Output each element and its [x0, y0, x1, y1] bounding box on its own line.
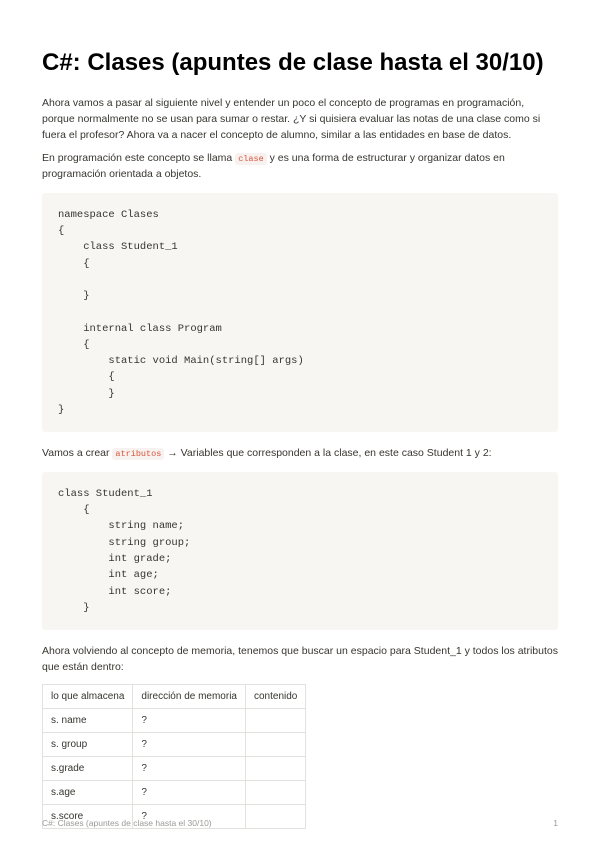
table-cell: ?	[133, 756, 246, 780]
table-header: contenido	[246, 684, 306, 708]
paragraph-class-concept: En programación este concepto se llama c…	[42, 151, 558, 183]
table-header: dirección de memoria	[133, 684, 246, 708]
table-cell: ?	[133, 708, 246, 732]
table-header: lo que almacena	[43, 684, 133, 708]
table-cell: s.grade	[43, 756, 133, 780]
table-cell: ?	[133, 732, 246, 756]
table-cell	[246, 756, 306, 780]
table-cell: s.age	[43, 780, 133, 804]
table-cell	[246, 732, 306, 756]
table-cell: s. group	[43, 732, 133, 756]
footer-page-number: 1	[553, 817, 558, 830]
footer-title: C#: Clases (apuntes de clase hasta el 30…	[42, 817, 212, 830]
code-block-student: class Student_1 { string name; string gr…	[42, 472, 558, 630]
table-row: s.grade ?	[43, 756, 306, 780]
table-row: s.age ?	[43, 780, 306, 804]
page-footer: C#: Clases (apuntes de clase hasta el 30…	[42, 817, 558, 830]
table-cell: ?	[133, 780, 246, 804]
memory-table: lo que almacena dirección de memoria con…	[42, 684, 306, 829]
table-cell: s. name	[43, 708, 133, 732]
text-segment: Vamos a crear	[42, 447, 112, 459]
text-segment: → Variables que corresponden a la clase,…	[164, 447, 491, 459]
text-segment: En programación este concepto se llama	[42, 152, 235, 164]
inline-code-clase: clase	[235, 153, 267, 165]
table-header-row: lo que almacena dirección de memoria con…	[43, 684, 306, 708]
code-block-namespace: namespace Clases { class Student_1 { } i…	[42, 193, 558, 432]
page-title: C#: Clases (apuntes de clase hasta el 30…	[42, 48, 558, 78]
inline-code-atributos: atributos	[112, 448, 164, 460]
table-cell	[246, 708, 306, 732]
paragraph-attributes: Vamos a crear atributos → Variables que …	[42, 446, 558, 462]
table-cell	[246, 780, 306, 804]
table-row: s. group ?	[43, 732, 306, 756]
table-row: s. name ?	[43, 708, 306, 732]
paragraph-intro: Ahora vamos a pasar al siguiente nivel y…	[42, 96, 558, 143]
paragraph-memory: Ahora volviendo al concepto de memoria, …	[42, 644, 558, 676]
